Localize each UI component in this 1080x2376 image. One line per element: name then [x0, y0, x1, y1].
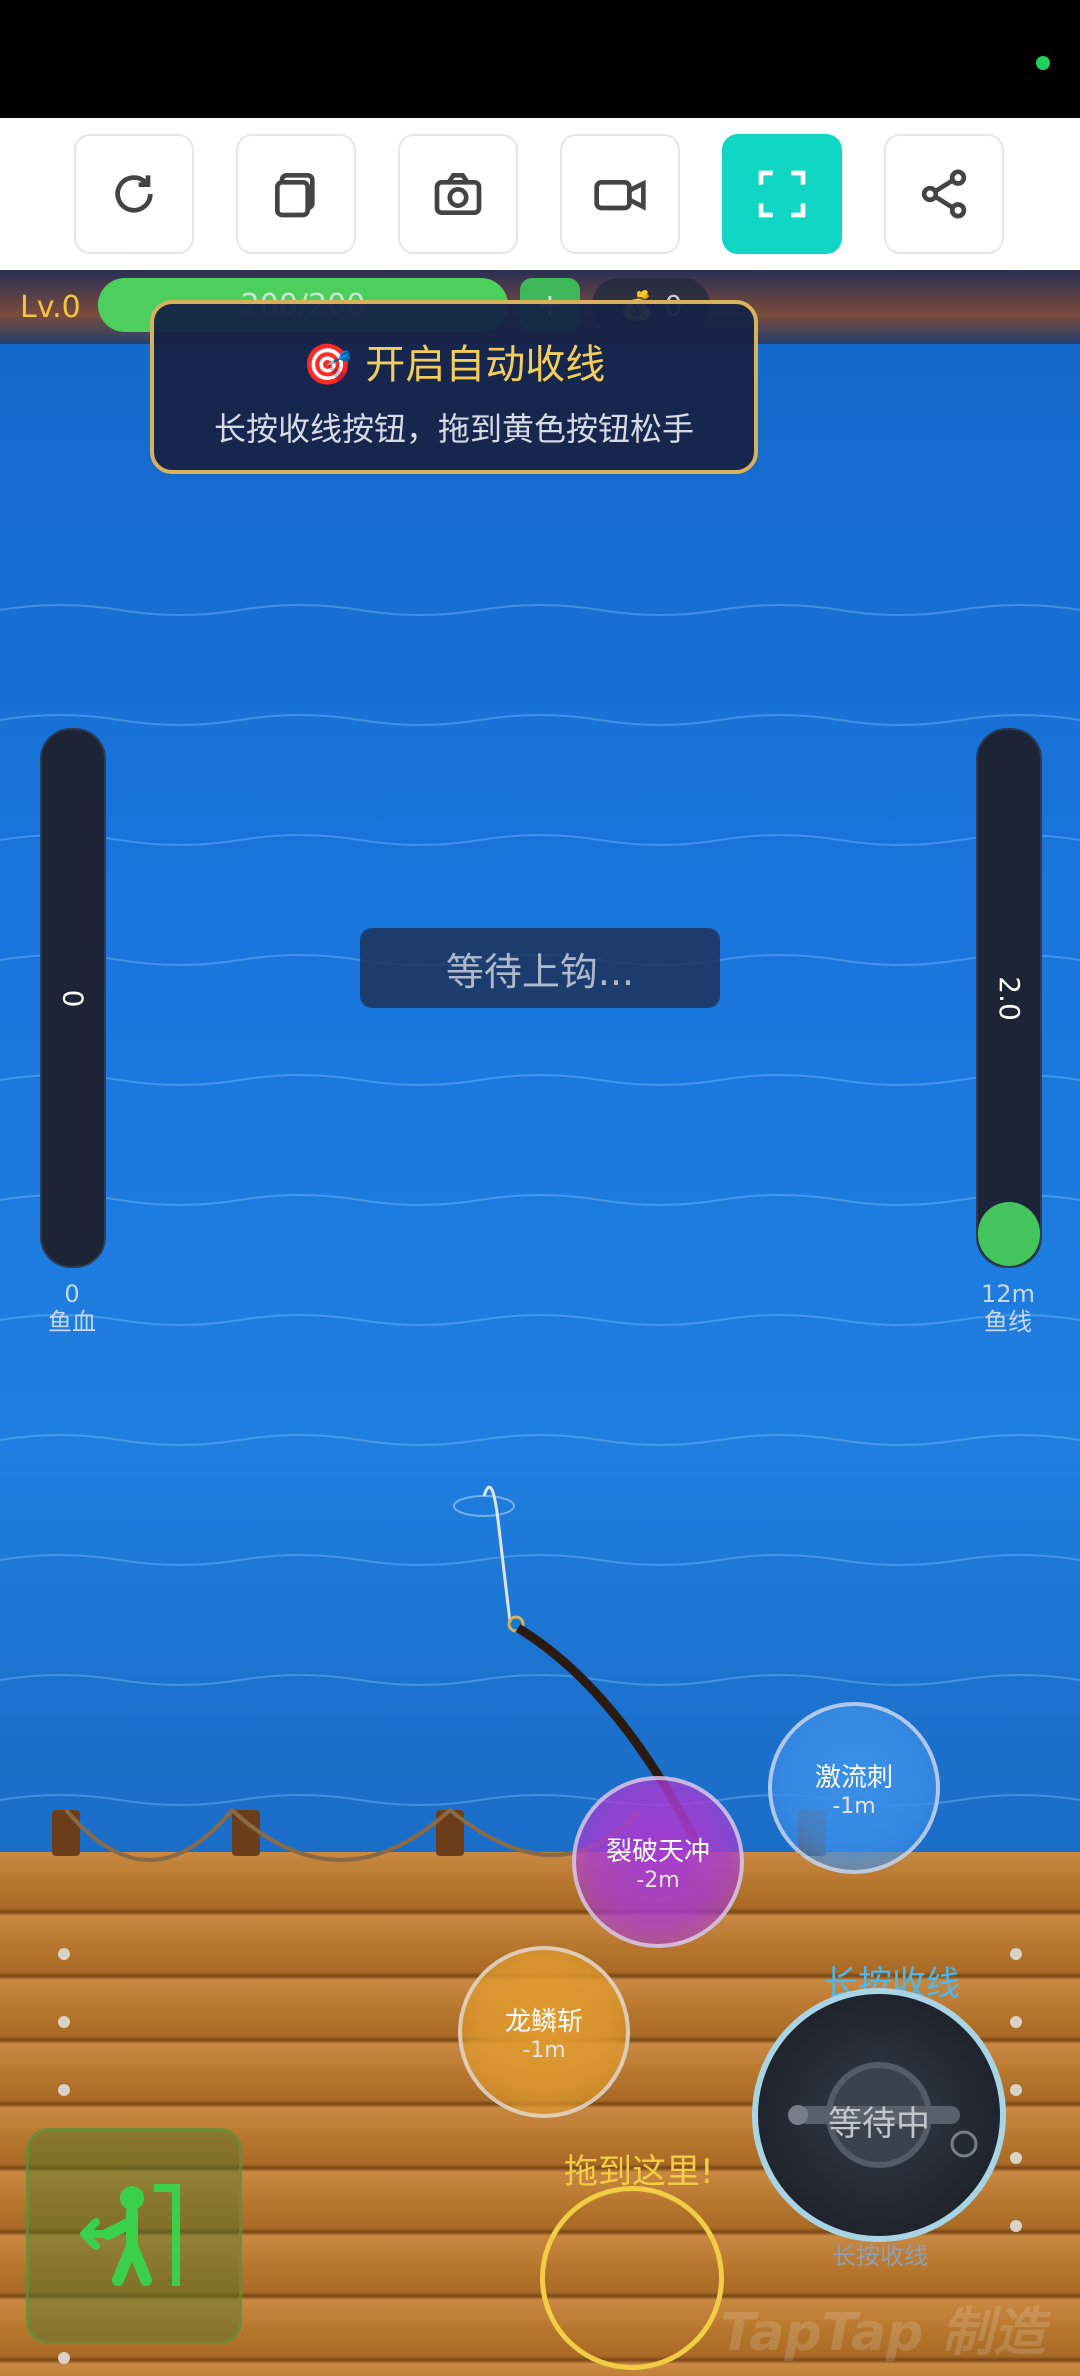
bolt	[1010, 2084, 1022, 2096]
toolbar	[0, 118, 1080, 270]
skill-name: 龙鳞斩	[504, 2007, 583, 2037]
skill-name: 激流刺	[814, 1763, 893, 1793]
exit-icon	[80, 2184, 180, 2286]
record-video-button[interactable]	[560, 134, 680, 254]
status-bar	[0, 0, 1080, 118]
bobber-ripple	[453, 1495, 515, 1517]
skill-cost: -1m	[522, 2038, 566, 2063]
bolt	[1010, 2220, 1022, 2232]
bolt	[1010, 1948, 1022, 1960]
exit-button[interactable]	[26, 2128, 242, 2344]
copy-button[interactable]	[236, 134, 356, 254]
refresh-button[interactable]	[74, 134, 194, 254]
share-icon	[921, 169, 967, 219]
skill-cost: -2m	[636, 1868, 680, 1893]
fullscreen-icon	[758, 170, 806, 218]
skill-button-longlinzhan[interactable]: 龙鳞斩 -1m	[458, 1946, 630, 2118]
bolt	[1010, 2152, 1022, 2164]
game-canvas[interactable]: Lv.0 200/200 + 💰 0 🎯 开启自动收线 长按收线按钮，拖到黄色按…	[0, 270, 1080, 2376]
refresh-icon	[115, 175, 153, 213]
copy-icon	[275, 173, 315, 218]
bolt	[58, 2016, 70, 2028]
skill-button-liepotianchong[interactable]: 裂破天冲 -2m	[572, 1776, 744, 1948]
video-icon	[594, 179, 646, 211]
reel-caption: 长按收线	[832, 2242, 928, 2270]
bolt	[1010, 2016, 1022, 2028]
screenshot-button[interactable]	[398, 134, 518, 254]
fullscreen-button[interactable]	[722, 134, 842, 254]
status-indicator-dot	[1036, 56, 1050, 70]
bolt	[58, 1948, 70, 1960]
reel-state: 等待中	[828, 2104, 930, 2144]
share-button[interactable]	[884, 134, 1004, 254]
fishing-line	[482, 1485, 512, 1623]
skill-name: 裂破天冲	[605, 1837, 710, 1867]
watermark: TapTap 制造	[720, 2303, 1046, 2363]
bolt	[58, 2352, 70, 2364]
bolt	[58, 2084, 70, 2096]
drag-target-ring[interactable]	[540, 2186, 724, 2370]
camera-icon	[434, 173, 482, 215]
skill-button-jiliuci[interactable]: 激流刺 -1m	[768, 1702, 940, 1874]
skill-cost: -1m	[832, 1794, 876, 1819]
